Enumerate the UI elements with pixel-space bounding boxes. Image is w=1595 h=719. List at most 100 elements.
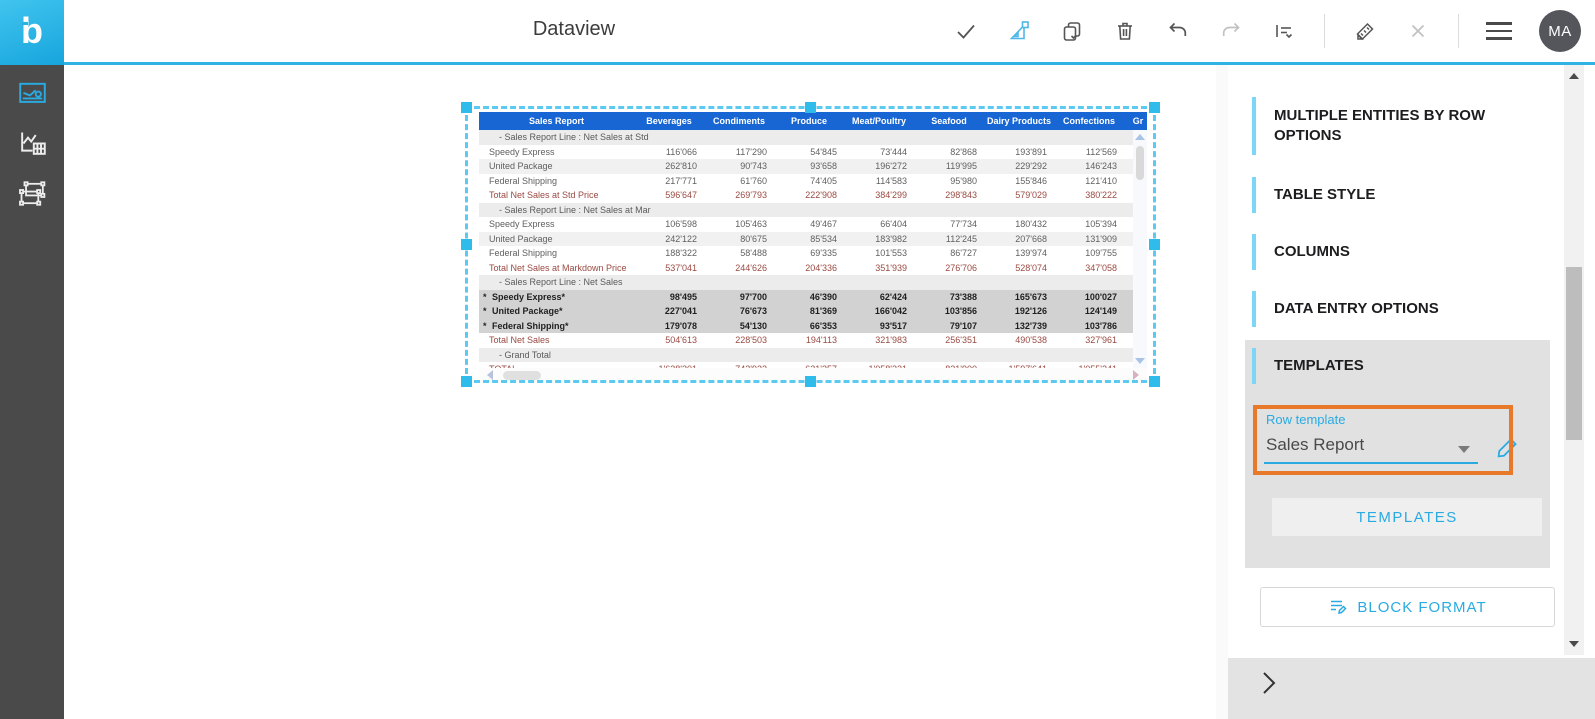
- section-accent-bar: [1252, 97, 1256, 155]
- redo-icon[interactable]: [1218, 18, 1244, 44]
- row-template-select[interactable]: Sales Report: [1266, 435, 1462, 455]
- panel-scroll-thumb[interactable]: [1566, 267, 1582, 440]
- selection-handle-middle-left[interactable]: [461, 239, 472, 250]
- selection-handle-top-left[interactable]: [461, 102, 472, 113]
- table-row-group: - Sales Report Line : Net Sales at Mar: [479, 203, 1147, 218]
- selection-handle-top-right[interactable]: [1149, 102, 1160, 113]
- column-header-confections: Confections: [1054, 112, 1124, 130]
- column-header-produce: Produce: [774, 112, 844, 130]
- vertical-scroll-thumb[interactable]: [1136, 146, 1144, 180]
- layout-objects-icon: [17, 178, 48, 209]
- panel-section-table-style[interactable]: TABLE STYLE: [1252, 177, 1538, 213]
- scroll-left-arrow-icon[interactable]: [487, 370, 493, 380]
- column-header-meat-poultry: Meat/Poultry: [844, 112, 914, 130]
- confirm-check-icon[interactable]: [953, 18, 979, 44]
- scroll-right-arrow-icon[interactable]: [1133, 370, 1139, 380]
- value-cell: 97'700: [704, 290, 774, 305]
- sidebar-item-layout-objects[interactable]: [0, 171, 64, 215]
- section-accent-bar: [1252, 177, 1256, 213]
- value-cell: 79'107: [914, 319, 984, 334]
- value-cell: 85'534: [774, 232, 844, 247]
- table-row-total: Total Net Sales504'613228'503194'113321'…: [479, 333, 1147, 348]
- value-cell: 196'272: [844, 159, 914, 174]
- scroll-down-arrow-icon[interactable]: [1569, 641, 1579, 647]
- row-label: Speedy Express: [479, 145, 634, 160]
- value-cell: 192'126: [984, 304, 1054, 319]
- scroll-up-arrow-icon[interactable]: [1569, 73, 1579, 79]
- value-cell: 49'467: [774, 217, 844, 232]
- value-cell: 131'909: [1054, 232, 1124, 247]
- scroll-up-arrow-icon[interactable]: [1135, 134, 1145, 140]
- group-row-label: - Sales Report Line : Net Sales at Std: [479, 130, 1147, 145]
- board-logo-tile[interactable]: b: [0, 0, 64, 65]
- row-label: *Speedy Express*: [479, 290, 634, 305]
- list-options-icon[interactable]: [1271, 18, 1297, 44]
- value-cell: 228'503: [704, 333, 774, 348]
- row-label: Speedy Express: [479, 217, 634, 232]
- panel-section-multiple-entities-by-row-options[interactable]: MULTIPLE ENTITIES BY ROW OPTIONS: [1252, 97, 1538, 155]
- block-format-label: BLOCK FORMAT: [1357, 599, 1486, 616]
- section-accent-bar: [1252, 234, 1256, 270]
- value-cell: 207'668: [984, 232, 1054, 247]
- value-cell: 66'353: [774, 319, 844, 334]
- sidebar-item-dataview[interactable]: [0, 71, 64, 115]
- undo-icon[interactable]: [1165, 18, 1191, 44]
- horizontal-scroll-thumb[interactable]: [503, 371, 541, 380]
- chevron-down-icon[interactable]: [1458, 446, 1470, 453]
- table-vertical-scrollbar[interactable]: [1133, 130, 1147, 368]
- row-label: Federal Shipping: [479, 174, 634, 189]
- value-cell: 347'058: [1054, 261, 1124, 276]
- templates-button[interactable]: TEMPLATES: [1272, 498, 1542, 536]
- value-cell: 351'939: [844, 261, 914, 276]
- value-cell: 61'760: [704, 174, 774, 189]
- trash-icon[interactable]: [1112, 18, 1138, 44]
- row-label: *Federal Shipping*: [479, 319, 634, 334]
- section-accent-bar: [1252, 348, 1256, 384]
- value-cell: 321'983: [844, 333, 914, 348]
- section-accent-bar: [1252, 291, 1256, 327]
- collapse-panel-chevron-icon[interactable]: [1260, 670, 1278, 696]
- value-cell: 105'394: [1054, 217, 1124, 232]
- value-cell: 139'974: [984, 246, 1054, 261]
- avatar[interactable]: MA: [1539, 10, 1581, 52]
- scroll-down-arrow-icon[interactable]: [1135, 358, 1145, 364]
- selection-handle-bottom-right[interactable]: [1149, 376, 1160, 387]
- panel-section-columns[interactable]: COLUMNS: [1252, 234, 1538, 270]
- dataview-object[interactable]: Sales ReportBeveragesCondimentsProduceMe…: [479, 112, 1147, 377]
- value-cell: 114'583: [844, 174, 914, 189]
- panel-section-data-entry-options[interactable]: DATA ENTRY OPTIONS: [1252, 291, 1538, 327]
- selection-handle-middle-right[interactable]: [1149, 239, 1160, 250]
- data-entry-marker: *: [483, 304, 492, 319]
- board-logo-icon: b: [21, 13, 43, 49]
- menu-icon[interactable]: [1486, 22, 1512, 40]
- value-cell: 193'891: [984, 145, 1054, 160]
- sidebar-item-chart-builder[interactable]: [0, 121, 64, 165]
- close-icon[interactable]: [1405, 18, 1431, 44]
- row-label: *United Package*: [479, 304, 634, 319]
- design-ruler-icon[interactable]: [1352, 18, 1378, 44]
- value-cell: 66'404: [844, 217, 914, 232]
- value-cell: 194'113: [774, 333, 844, 348]
- table-row-data: Federal Shipping188'32258'48869'335101'5…: [479, 246, 1147, 261]
- value-cell: 166'042: [844, 304, 914, 319]
- edit-pencil-icon[interactable]: [1494, 433, 1522, 461]
- select-tool-icon[interactable]: [1006, 18, 1032, 44]
- panel-scrollbar[interactable]: [1564, 65, 1584, 655]
- panel-section-templates[interactable]: TEMPLATES: [1252, 348, 1538, 384]
- selection-handle-top-middle[interactable]: [805, 102, 816, 113]
- value-cell: 103'786: [1054, 319, 1124, 334]
- chart-builder-icon: [17, 128, 48, 159]
- block-format-button[interactable]: BLOCK FORMAT: [1260, 587, 1555, 627]
- value-cell: 165'673: [984, 290, 1054, 305]
- group-row-label: - Sales Report Line : Net Sales: [479, 275, 1147, 290]
- value-cell: 105'463: [704, 217, 774, 232]
- value-cell: 132'739: [984, 319, 1054, 334]
- duplicate-icon[interactable]: [1059, 18, 1085, 44]
- selection-handle-bottom-left[interactable]: [461, 376, 472, 387]
- value-cell: 188'322: [634, 246, 704, 261]
- value-cell: 124'149: [1054, 304, 1124, 319]
- toolbar-separator: [1324, 14, 1325, 48]
- table-row-data: Federal Shipping217'77161'76074'405114'5…: [479, 174, 1147, 189]
- selection-handle-bottom-middle[interactable]: [805, 376, 816, 387]
- value-cell: 58'488: [704, 246, 774, 261]
